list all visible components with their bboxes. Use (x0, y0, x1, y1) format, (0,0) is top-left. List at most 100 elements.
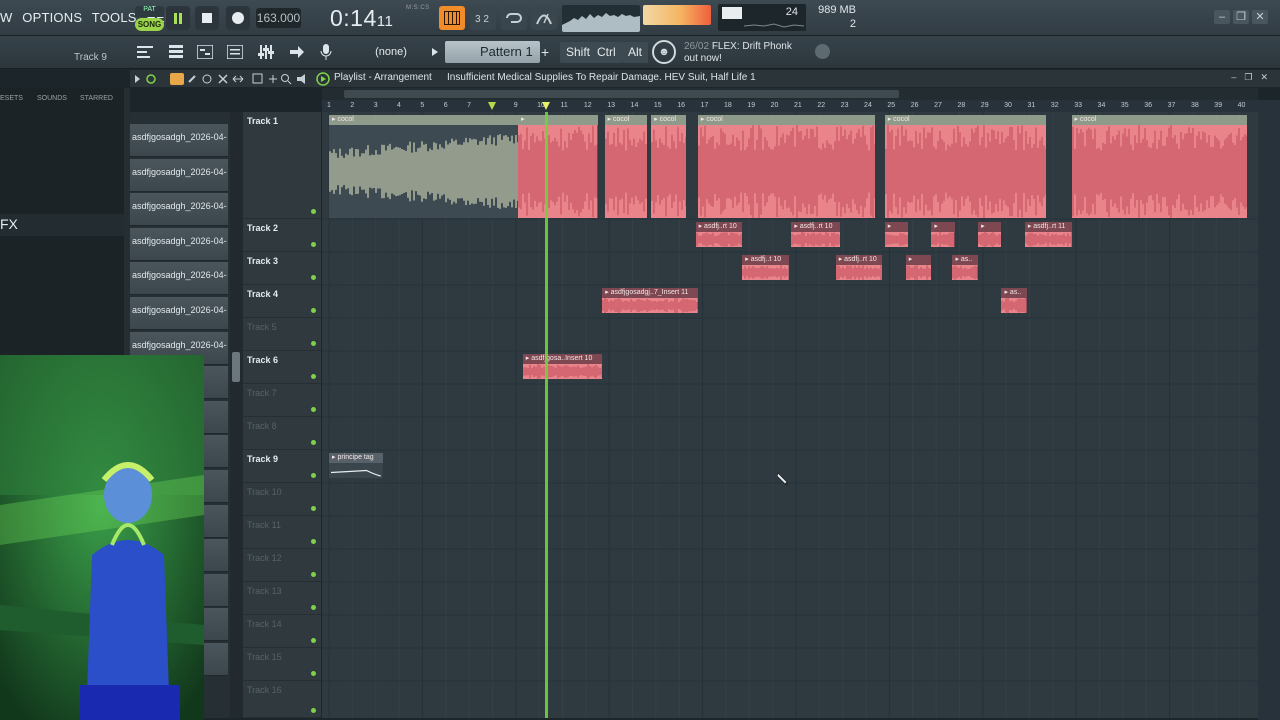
arrangement-grid[interactable]: ▸ cocol ▸ ▸ cocol ▸ cocol ▸ cocol ▸ cocol ▸ co… (322, 112, 1258, 718)
track-mute-led[interactable] (311, 572, 316, 577)
step-edit-button[interactable]: 3 2 (470, 6, 496, 30)
audio-clip[interactable]: ▸ asdfj..t 10 (742, 255, 789, 280)
automation-clip[interactable]: ▸ principe tag (329, 453, 383, 478)
channel-rack-button[interactable] (164, 41, 188, 63)
track-name[interactable]: Track 4 (247, 289, 278, 299)
audio-clip[interactable]: ▸ (884, 222, 909, 247)
track-mute-led[interactable] (311, 242, 316, 247)
track-name[interactable]: Track 10 (247, 487, 282, 497)
track-header-row[interactable]: Track 4 (243, 285, 321, 318)
audio-clip[interactable]: ▸ cocol (1071, 115, 1247, 218)
audio-clip[interactable]: ▸ asdfj..rt 10 (695, 222, 743, 247)
track-header-row[interactable]: Track 1 (243, 112, 321, 219)
track-name[interactable]: Track 9 (247, 454, 278, 464)
minimize-icon[interactable]: – (1214, 10, 1230, 24)
track-mute-led[interactable] (311, 605, 316, 610)
menu-view[interactable]: W (0, 10, 12, 25)
add-pattern-button[interactable]: + (541, 44, 549, 60)
metronome-button[interactable] (531, 6, 557, 30)
tab-sounds[interactable]: SOUNDS (37, 95, 67, 102)
audio-clip[interactable]: ▸ asdfj..rt 10 (791, 222, 841, 247)
track-header-row[interactable]: Track 13 (243, 582, 321, 615)
track-mute-led[interactable] (311, 209, 316, 214)
pause-button[interactable] (166, 6, 190, 30)
record-button[interactable] (226, 6, 250, 30)
track-header-row[interactable]: Track 5 (243, 318, 321, 351)
loop-record-button[interactable] (501, 6, 527, 30)
audio-clip[interactable]: ▸ (905, 255, 932, 280)
track-mute-led[interactable] (311, 638, 316, 643)
track-mute-led[interactable] (311, 341, 316, 346)
track-mute-led[interactable] (311, 473, 316, 478)
clip-source-item[interactable]: asdfjgosadgh_2026-04- (130, 193, 228, 227)
audio-clip[interactable]: ▸ (978, 222, 1002, 247)
tempo-display[interactable]: 163.000 (256, 8, 301, 28)
track-name[interactable]: Track 15 (247, 652, 282, 662)
globe-icon[interactable] (815, 44, 830, 59)
stop-button[interactable] (195, 6, 219, 30)
clip-source-item[interactable]: asdfjgosadgh_2026-04- (130, 124, 228, 157)
browser-button[interactable] (223, 41, 247, 63)
arrangement-overview-scrollbar[interactable] (322, 88, 1258, 100)
audio-clip[interactable]: ▸ cocol (697, 115, 876, 218)
track-name[interactable]: Track 8 (247, 421, 277, 431)
track-mute-led[interactable] (311, 440, 316, 445)
track-header-row[interactable]: Track 2 (243, 219, 321, 252)
audio-clip[interactable]: ▸ as.. (1001, 288, 1028, 313)
audio-clip[interactable]: ▸ as.. (952, 255, 979, 280)
pattern-arrow-button[interactable] (428, 41, 442, 63)
track-header-row[interactable]: Track 9 (243, 450, 321, 483)
clip-source-item[interactable]: asdfjgosadgh_2026-04- (130, 262, 228, 296)
browser-selected-row[interactable] (0, 214, 124, 236)
browser-item-fx[interactable]: FX (0, 216, 18, 232)
track-name[interactable]: Track 11 (247, 520, 281, 530)
restore-icon[interactable]: ❐ (1233, 10, 1249, 24)
track-header-row[interactable]: Track 8 (243, 417, 321, 450)
menu-tools[interactable]: TOOLS (92, 10, 137, 25)
track-name[interactable]: Track 14 (247, 619, 282, 629)
audio-clip[interactable]: ▸ (931, 222, 955, 247)
ctrl-key[interactable]: Ctrl (591, 42, 622, 63)
track-name[interactable]: Track 1 (247, 116, 278, 126)
track-header-row[interactable]: Track 6 (243, 351, 321, 384)
track-mute-led[interactable] (311, 407, 316, 412)
mixer-button[interactable] (254, 41, 278, 63)
tab-starred[interactable]: STARRED (80, 95, 113, 102)
track-mute-led[interactable] (311, 275, 316, 280)
overview-thumb[interactable] (344, 90, 899, 98)
track-header-row[interactable]: Track 12 (243, 549, 321, 582)
audio-clip[interactable]: ▸ asdfjgosadgj..7_Insert 11 (602, 288, 698, 313)
audio-clip[interactable]: ▸ cocol (651, 115, 687, 218)
pattern-selector[interactable]: Pattern 1 (445, 41, 540, 63)
track-header-row[interactable]: Track 10 (243, 483, 321, 516)
playhead-marker[interactable] (542, 102, 551, 110)
news-icon[interactable]: ☻ (652, 40, 676, 64)
track-mute-led[interactable] (311, 539, 316, 544)
audio-clip[interactable]: ▸ cocol (329, 115, 519, 218)
tab-presets[interactable]: ESETS (0, 95, 23, 102)
piano-roll-button[interactable] (439, 6, 465, 30)
audio-clip[interactable]: ▸ asdfj..rt 11 (1024, 222, 1072, 247)
audio-clip[interactable]: ▸ asdfjgosa..Insert 10 (522, 354, 603, 379)
track-mute-led[interactable] (311, 708, 316, 713)
track-name[interactable]: Track 13 (247, 586, 282, 596)
track-header-row[interactable]: Track 14 (243, 615, 321, 648)
playhead-line[interactable] (545, 112, 549, 718)
track-header-row[interactable]: Track 16 (243, 681, 321, 718)
audio-clip[interactable]: ▸ asdfj..rt 10 (835, 255, 883, 280)
track-name[interactable]: Track 7 (247, 388, 277, 398)
audio-clip[interactable]: ▸ (518, 115, 598, 218)
close-icon[interactable]: ✕ (1252, 10, 1268, 24)
track-name[interactable]: Track 5 (247, 322, 277, 332)
track-name[interactable]: Track 12 (247, 553, 282, 563)
track-header-row[interactable]: Track 11 (243, 516, 321, 549)
playlist-close-icon[interactable]: ✕ (1260, 72, 1268, 82)
clip-source-item[interactable]: asdfjgosadgh_2026-04- (130, 158, 228, 192)
track-mute-led[interactable] (311, 671, 316, 676)
loop-start-marker[interactable] (488, 102, 497, 110)
track-mute-led[interactable] (311, 374, 316, 379)
track-name[interactable]: Track 2 (247, 223, 278, 233)
track-scroll-thumb[interactable] (232, 352, 240, 382)
playlist-view-button[interactable] (133, 41, 157, 63)
clip-source-item[interactable]: asdfjgosadgh_2026-04- (130, 227, 228, 261)
